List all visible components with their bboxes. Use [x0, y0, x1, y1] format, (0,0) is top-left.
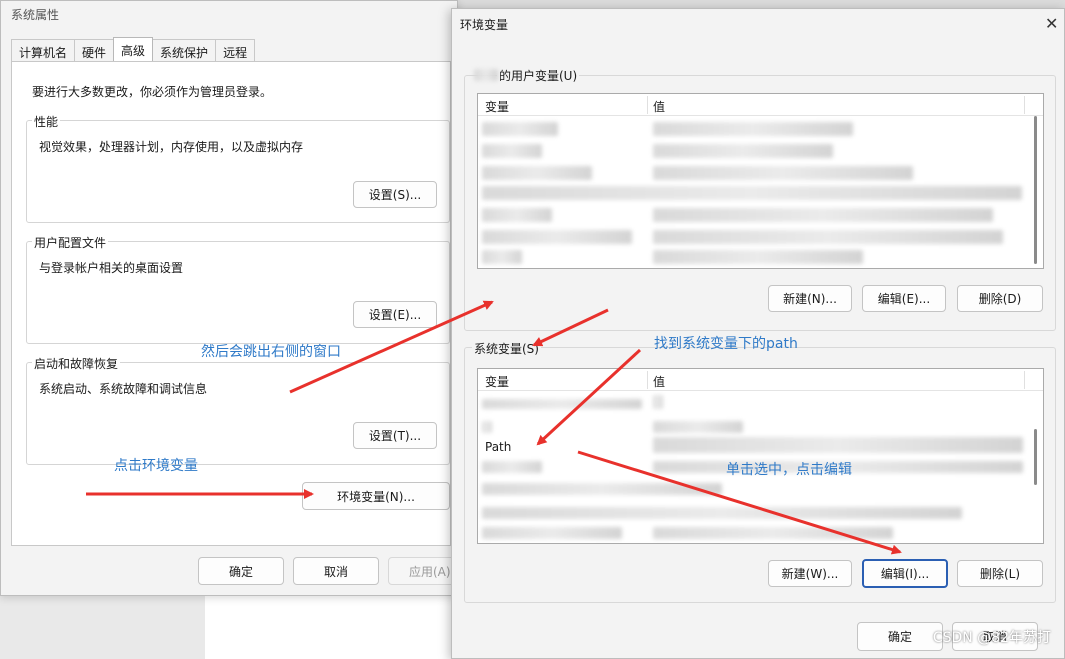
column-header-variable[interactable]: 变量	[485, 373, 509, 390]
redacted-row	[482, 208, 552, 222]
scrollbar[interactable]	[1034, 429, 1037, 485]
tab-advanced[interactable]: 高级	[113, 37, 154, 61]
user-variables-label: 的用户变量(U)	[497, 67, 580, 84]
column-separator	[1024, 371, 1025, 389]
annotation-then-popup: 然后会跳出右侧的窗口	[201, 344, 341, 360]
redacted-row	[482, 421, 492, 433]
startup-settings-button[interactable]: 设置(T)...	[353, 422, 437, 449]
system-new-button[interactable]: 新建(W)...	[768, 560, 852, 587]
tab-bar: 计算机名 硬件 高级 系统保护 远程	[11, 37, 256, 61]
ok-button[interactable]: 确定	[198, 557, 284, 585]
redacted-row	[653, 166, 913, 180]
performance-settings-button[interactable]: 设置(S)...	[353, 181, 437, 208]
user-new-button[interactable]: 新建(N)...	[768, 285, 852, 312]
system-edit-button[interactable]: 编辑(I)...	[862, 559, 948, 588]
list-header: 变量 值	[478, 369, 1043, 391]
redacted-row	[653, 421, 743, 433]
redacted-text	[474, 69, 498, 81]
admin-note: 要进行大多数更改，你必须作为管理员登录。	[32, 85, 273, 99]
column-separator	[647, 371, 648, 389]
annotation-click-env: 点击环境变量	[114, 458, 198, 474]
ok-button[interactable]: 确定	[857, 622, 943, 651]
window-title: 系统属性	[11, 8, 60, 22]
redacted-row	[482, 483, 722, 495]
profiles-group	[26, 241, 450, 344]
redacted-row	[653, 437, 1023, 453]
system-properties-window: 系统属性 计算机名 硬件 高级 系统保护 远程 要进行大多数更改，你必须作为管理…	[0, 0, 458, 596]
redacted-row	[653, 250, 863, 264]
environment-variables-button[interactable]: 环境变量(N)...	[302, 482, 450, 510]
redacted-row	[653, 527, 893, 539]
column-header-value[interactable]: 值	[653, 98, 665, 115]
startup-desc: 系统启动、系统故障和调试信息	[39, 382, 208, 396]
performance-desc: 视觉效果，处理器计划，内存使用，以及虚拟内存	[39, 140, 304, 154]
redacted-row	[653, 230, 1003, 244]
profiles-desc: 与登录帐户相关的桌面设置	[39, 261, 184, 275]
column-separator	[1024, 96, 1025, 114]
user-variables-list[interactable]: 变量 值	[477, 93, 1044, 269]
performance-label: 性能	[32, 113, 61, 130]
column-header-variable[interactable]: 变量	[485, 98, 509, 115]
user-delete-button[interactable]: 删除(D)	[957, 285, 1043, 312]
close-icon[interactable]: ✕	[1045, 16, 1058, 32]
window-title: 环境变量	[460, 18, 509, 32]
redacted-row	[482, 230, 632, 244]
tab-system-protection[interactable]: 系统保护	[152, 39, 217, 61]
tab-computer-name[interactable]: 计算机名	[11, 39, 76, 61]
redacted-row	[482, 144, 542, 158]
advanced-tab-panel: 要进行大多数更改，你必须作为管理员登录。 性能 视觉效果，处理器计划，内存使用，…	[11, 61, 451, 546]
column-separator	[647, 96, 648, 114]
profiles-settings-button[interactable]: 设置(E)...	[353, 301, 437, 328]
scrollbar[interactable]	[1034, 116, 1037, 264]
redacted-row	[653, 395, 663, 409]
column-header-value: 值	[653, 375, 666, 389]
annotation-select-edit: 单击选中，点击编辑	[726, 462, 852, 478]
annotation-find-path: 找到系统变量下的path	[654, 336, 798, 352]
redacted-row	[482, 399, 642, 409]
user-edit-button[interactable]: 编辑(E)...	[862, 285, 946, 312]
background-area	[205, 596, 455, 659]
redacted-row	[482, 527, 622, 539]
apply-button[interactable]: 应用(A)	[388, 557, 456, 585]
tab-remote[interactable]: 远程	[215, 39, 256, 61]
system-variables-list[interactable]: 变量 值 Path	[477, 368, 1044, 544]
system-variables-label: 系统变量(S)	[472, 340, 541, 357]
system-delete-button[interactable]: 删除(L)	[957, 560, 1043, 587]
watermark: CSDN @82年苏打	[932, 630, 1051, 646]
list-header: 变量 值	[478, 94, 1043, 116]
redacted-row	[653, 144, 833, 158]
redacted-row	[482, 186, 1022, 200]
redacted-row	[653, 122, 853, 136]
startup-group	[26, 362, 450, 465]
startup-label: 启动和故障恢复	[32, 355, 121, 372]
background-area	[0, 596, 205, 659]
redacted-row	[653, 208, 993, 222]
path-row-label[interactable]: Path	[485, 440, 511, 454]
tab-hardware[interactable]: 硬件	[74, 39, 115, 61]
cancel-button[interactable]: 取消	[293, 557, 379, 585]
profiles-label: 用户配置文件	[32, 234, 109, 251]
redacted-row	[482, 250, 522, 264]
redacted-row	[482, 166, 592, 180]
redacted-row	[482, 461, 542, 473]
redacted-row	[482, 507, 962, 519]
redacted-row	[482, 122, 558, 136]
